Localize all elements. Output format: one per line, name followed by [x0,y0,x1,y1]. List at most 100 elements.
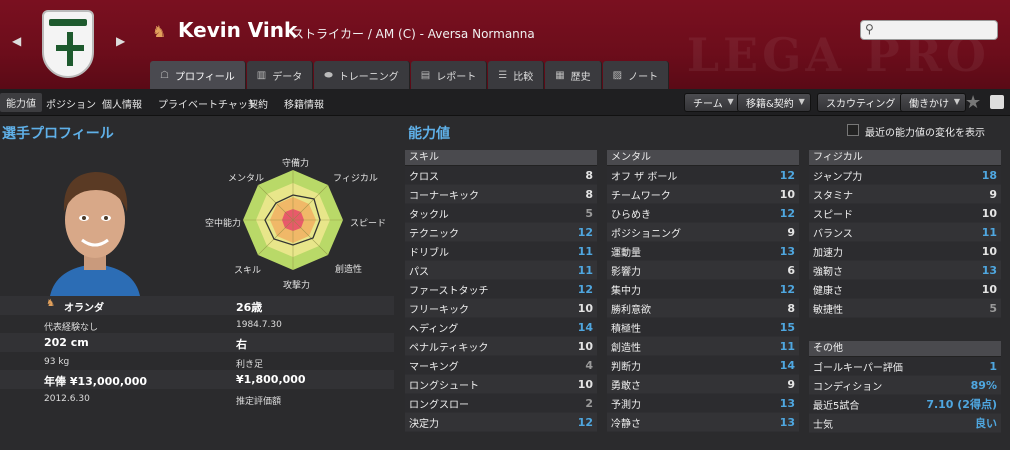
attribute-row[interactable]: フリーキック 10 [405,299,597,318]
attribute-name: 影響力 [611,266,641,278]
attribute-row[interactable]: 士気 良い [809,414,1001,433]
radar-label-attack: 攻撃力 [283,281,311,291]
attribute-value: 12 [577,282,593,296]
attribute-row[interactable]: バランス 11 [809,223,1001,242]
notes-icon: ▨ [612,69,623,81]
attribute-value: 89% [970,378,997,392]
profile-tabs: ☖ プロフィール ▥ データ ⬬ トレーニング ▤ レポート ☰ 比較 ▦ 歴史 ▨ ノート [150,61,670,89]
tab-notes[interactable]: ▨ ノート [602,61,670,89]
attribute-row[interactable]: 積極性 15 [607,318,799,337]
attribute-row[interactable]: ファーストタッチ 12 [405,280,597,299]
attribute-row[interactable]: 勝利意欲 8 [607,299,799,318]
attribute-row[interactable]: 影響力 6 [607,261,799,280]
attribute-value: 12 [577,225,593,239]
attribute-row[interactable]: 集中力 12 [607,280,799,299]
attribute-row[interactable]: ポジショニング 9 [607,223,799,242]
subnav-attributes[interactable]: 能力値 [0,93,42,112]
tab-data[interactable]: ▥ データ [246,61,314,89]
attribute-row[interactable]: 運動量 13 [607,242,799,261]
attribute-name: 加速力 [813,247,843,259]
radar-label-creativity: 創造性 [335,265,363,275]
attribute-value: 13 [779,415,795,429]
attribute-row[interactable]: タックル 5 [405,204,597,223]
radar-label-speed: スピード [350,219,387,229]
attribute-row[interactable]: 予測力 13 [607,394,799,413]
attribute-row[interactable]: コーナーキック 8 [405,185,597,204]
attribute-name: 士気 [813,419,833,431]
attribute-row[interactable]: 冷静さ 13 [607,413,799,432]
profile-section-title: 選手プロフィール [2,126,114,142]
tab-report[interactable]: ▤ レポート [410,61,488,89]
attribute-row[interactable]: 敏捷性 5 [809,299,1001,318]
training-icon: ⬬ [324,69,333,81]
attribute-row[interactable]: ゴールキーパー評価 1 [809,357,1001,376]
weight: 93 kg [44,357,70,367]
attribute-row[interactable]: 加速力 10 [809,242,1001,261]
club-crest[interactable] [42,10,94,78]
attribute-row[interactable]: 創造性 11 [607,337,799,356]
subnav-private-chat[interactable]: プライベートチャット [158,96,258,111]
next-player-arrow-icon[interactable]: ▶ [116,34,125,48]
attribute-name: 創造性 [611,342,641,354]
show-changes-label: 最近の能力値の変化を表示 [865,128,985,139]
attribute-row[interactable]: コンディション 89% [809,376,1001,395]
attribute-row[interactable]: 最近5試合 7.10 (2得点) [809,395,1001,414]
attribute-row[interactable]: ロングシュート 10 [405,375,597,394]
subnav-contract[interactable]: 契約 [248,96,268,111]
attribute-row[interactable]: パス 11 [405,261,597,280]
attribute-name: オフ ザ ボール [611,171,678,183]
attribute-row[interactable]: オフ ザ ボール 12 [607,166,799,185]
skills-table: スキル クロス 8 コーナーキック 8 タックル 5 テクニック 12 ドリブル 11 パス 11 ファ… [405,150,597,432]
subnav-transfer-info[interactable]: 移籍情報 [284,96,324,111]
transfer-contract-dropdown-button[interactable]: 移籍&契約 ▼ [737,93,811,112]
attribute-row[interactable]: 判断力 14 [607,356,799,375]
attribute-row[interactable]: ヘディング 14 [405,318,597,337]
attribute-value: 良い [975,417,997,430]
search-input[interactable]: ⚲ [860,20,998,40]
interact-dropdown-button[interactable]: 働きかけ ▼ [900,93,966,112]
attribute-row[interactable]: 決定力 12 [405,413,597,432]
tab-compare[interactable]: ☰ 比較 [488,61,545,89]
tab-history[interactable]: ▦ 歴史 [545,61,602,89]
attribute-row[interactable]: 勇敢さ 9 [607,375,799,394]
salary: 年俸 ¥13,000,000 [44,375,148,388]
attribute-value: 14 [577,320,593,334]
mental-table: メンタル オフ ザ ボール 12 チームワーク 10 ひらめき 12 ポジショニング 9 運動量… [607,150,799,432]
subnav-personal-info[interactable]: 個人情報 [102,96,142,111]
attribute-name: ファーストタッチ [409,285,489,297]
player-position-club[interactable]: ストライカー / AM (C) - Aversa Normanna [292,25,535,42]
scouting-dropdown-button[interactable]: スカウティング▼ [817,93,913,112]
attribute-row[interactable]: ひらめき 12 [607,204,799,223]
attribute-value: 9 [787,377,795,391]
attribute-name: フリーキック [409,304,469,316]
attribute-row[interactable]: 強靭さ 13 [809,261,1001,280]
attribute-row[interactable]: 健康さ 10 [809,280,1001,299]
attribute-row[interactable]: スタミナ 9 [809,185,1001,204]
show-changes-checkbox[interactable] [847,124,859,136]
search-icon: ⚲ [865,22,874,36]
attribute-value: 10 [981,282,997,296]
subnav-positions[interactable]: ポジション [46,96,96,111]
nationality[interactable]: オランダ [64,299,104,314]
attribute-row[interactable]: ドリブル 11 [405,242,597,261]
tab-training[interactable]: ⬬ トレーニング [314,61,410,89]
attribute-row[interactable]: ロングスロー 2 [405,394,597,413]
attribute-row[interactable]: マーキング 4 [405,356,597,375]
attribute-name: 強靭さ [813,266,843,278]
tab-profile[interactable]: ☖ プロフィール [150,61,246,89]
prev-player-arrow-icon[interactable]: ◀ [12,34,21,48]
attribute-row[interactable]: ジャンプ力 18 [809,166,1001,185]
attribute-name: ロングスロー [409,399,469,411]
attribute-row[interactable]: ペナルティキック 10 [405,337,597,356]
note-icon[interactable] [990,95,1004,109]
attribute-name: 健康さ [813,285,843,297]
preferred-foot: 右 [236,338,247,351]
attribute-row[interactable]: スピード 10 [809,204,1001,223]
team-dropdown-button[interactable]: チーム ▼ [684,93,740,112]
attribute-row[interactable]: テクニック 12 [405,223,597,242]
radar-label-aerial: 空中能力 [205,219,242,229]
attribute-row[interactable]: チームワーク 10 [607,185,799,204]
attribute-row[interactable]: クロス 8 [405,166,597,185]
star-icon[interactable]: ★ [965,92,981,113]
attribute-value: 9 [989,187,997,201]
